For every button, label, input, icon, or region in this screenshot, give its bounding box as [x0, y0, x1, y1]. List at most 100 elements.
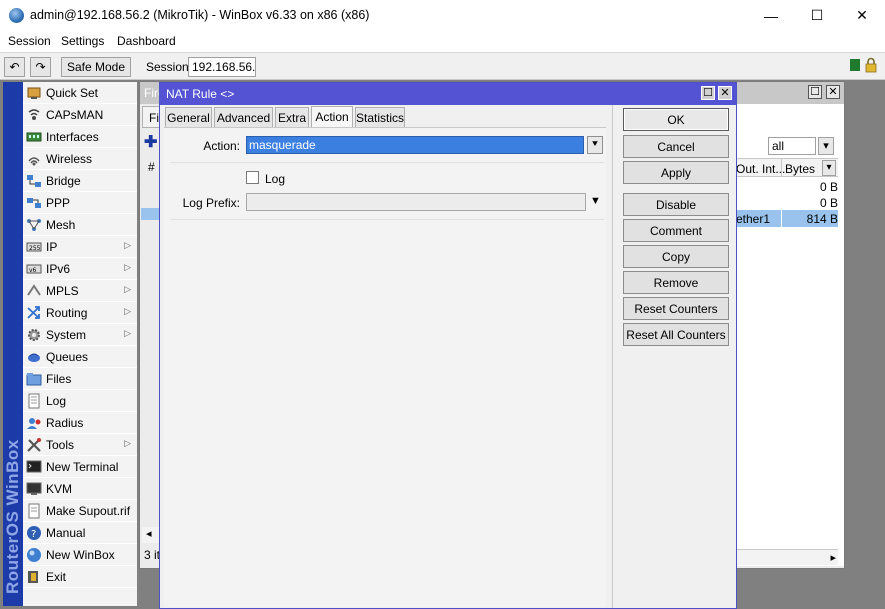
undo-button[interactable]: ↶ — [4, 57, 25, 77]
sidebar-item-log[interactable]: Log — [23, 390, 137, 412]
column-menu-icon[interactable]: ▾ — [822, 160, 836, 176]
submenu-arrow-icon: ▷ — [124, 328, 131, 338]
mesh-icon — [27, 218, 41, 231]
sidebar-item-quick-set[interactable]: Quick Set — [23, 82, 137, 104]
tab-advanced[interactable]: Advanced — [214, 107, 273, 127]
table-row[interactable]: 0 B — [734, 178, 838, 194]
svg-text:?: ? — [31, 529, 36, 540]
horizontal-scrollbar[interactable]: ▸ — [734, 549, 838, 565]
minimize-button[interactable]: — — [748, 0, 794, 31]
sidebar-item-ipv6[interactable]: v6 IPv6 ▷ — [23, 258, 137, 280]
session-label: Session: — [146, 60, 193, 74]
sidebar-item-exit[interactable]: Exit — [23, 566, 137, 588]
sidebar-item-files[interactable]: Files — [23, 368, 137, 390]
column-header-number[interactable]: # — [148, 160, 155, 174]
menu-session[interactable]: Session — [8, 34, 51, 48]
log-prefix-field[interactable] — [246, 193, 586, 211]
capsman-icon — [28, 108, 40, 120]
comment-button[interactable]: Comment — [623, 219, 729, 242]
kvm-icon — [26, 482, 42, 495]
tab-statistics[interactable]: Statistics — [355, 107, 405, 127]
column-header-bytes[interactable]: Bytes — [785, 162, 815, 176]
log-checkbox[interactable] — [246, 171, 259, 184]
submenu-arrow-icon: ▷ — [124, 306, 131, 316]
nat-rule-title-bar: NAT Rule <> ☐ ✕ — [160, 83, 736, 105]
add-icon[interactable]: ✚ — [144, 132, 157, 152]
bridge-icon — [27, 174, 41, 187]
menu-settings[interactable]: Settings — [61, 34, 104, 48]
menu-dashboard[interactable]: Dashboard — [117, 34, 176, 48]
tab-general[interactable]: General — [165, 107, 212, 127]
firewall-maximize-button[interactable]: ☐ — [808, 85, 822, 99]
sidebar-item-make-supout[interactable]: Make Supout.rif — [23, 500, 137, 522]
log-icon — [28, 393, 40, 408]
filter-select[interactable]: all — [768, 137, 816, 155]
remove-button[interactable]: Remove — [623, 271, 729, 294]
sidebar-item-routing[interactable]: Routing ▷ — [23, 302, 137, 324]
session-field[interactable]: 192.168.56.2 — [188, 57, 256, 77]
nat-rule-dialog[interactable]: NAT Rule <> ☐ ✕ General Advanced Extra A… — [159, 82, 737, 609]
column-header-out-interface[interactable]: Out. Int... — [736, 162, 785, 176]
sidebar-item-system[interactable]: System ▷ — [23, 324, 137, 346]
maximize-button[interactable]: ☐ — [794, 0, 840, 31]
sidebar-item-capsman[interactable]: CAPsMAN — [23, 104, 137, 126]
sidebar-item-ppp[interactable]: PPP — [23, 192, 137, 214]
menu-bar: Session Settings Dashboard — [0, 31, 885, 52]
action-dropdown-icon[interactable]: ⯆ — [587, 136, 603, 154]
dialog-maximize-button[interactable]: ☐ — [701, 86, 715, 100]
sidebar-item-manual[interactable]: ? Manual — [23, 522, 137, 544]
scroll-left-icon[interactable]: ◂ — [142, 527, 160, 543]
winbox-app-icon — [9, 8, 24, 23]
sidebar-item-queues[interactable]: Queues — [23, 346, 137, 368]
ok-button[interactable]: OK — [623, 108, 729, 131]
table-row[interactable]: 0 B — [734, 194, 838, 210]
window-title: admin@192.168.56.2 (MikroTik) - WinBox v… — [30, 8, 370, 22]
bytes-cell: 0 B — [819, 196, 838, 210]
nat-rule-title: NAT Rule <> — [166, 87, 235, 101]
sidebar-item-ip[interactable]: 255 IP ▷ — [23, 236, 137, 258]
tab-action[interactable]: Action — [311, 106, 353, 127]
close-button[interactable]: ✕ — [839, 0, 885, 31]
table-header: Out. Int... Bytes ▾ — [734, 158, 838, 177]
sidebar-item-new-winbox[interactable]: New WinBox — [23, 544, 137, 566]
log-prefix-dropdown-icon[interactable]: ▼ — [590, 195, 601, 207]
svg-text:v6: v6 — [29, 267, 37, 274]
dialog-close-button[interactable]: ✕ — [718, 86, 732, 100]
action-select[interactable]: masquerade — [246, 136, 584, 154]
toolbar: ↶ ↷ Safe Mode Session: 192.168.56.2 — [0, 52, 885, 80]
sidebar-item-mpls[interactable]: MPLS ▷ — [23, 280, 137, 302]
cancel-button[interactable]: Cancel — [623, 135, 729, 158]
svg-text:255: 255 — [29, 245, 41, 252]
redo-button[interactable]: ↷ — [30, 57, 51, 77]
filter-dropdown-icon[interactable]: ▾ — [818, 137, 834, 155]
firewall-close-button[interactable]: ✕ — [826, 85, 840, 99]
scroll-right-icon[interactable]: ▸ — [830, 551, 836, 564]
table-row-selected[interactable]: ether1 814 B — [734, 210, 838, 227]
disable-button[interactable]: Disable — [623, 193, 729, 216]
sidebar-item-tools[interactable]: Tools ▷ — [23, 434, 137, 456]
sidebar-item-radius[interactable]: Radius — [23, 412, 137, 434]
supout-icon — [28, 503, 40, 518]
reset-counters-button[interactable]: Reset Counters — [623, 297, 729, 320]
sidebar-item-interfaces[interactable]: Interfaces — [23, 126, 137, 148]
out-interface-cell: ether1 — [736, 212, 771, 226]
safe-mode-button[interactable]: Safe Mode — [61, 57, 131, 77]
sidebar-item-mesh[interactable]: Mesh — [23, 214, 137, 236]
files-icon — [26, 372, 42, 385]
submenu-arrow-icon: ▷ — [124, 240, 131, 250]
apply-button[interactable]: Apply — [623, 161, 729, 184]
copy-button[interactable]: Copy — [623, 245, 729, 268]
log-label: Log — [265, 172, 286, 186]
sidebar-item-wireless[interactable]: Wireless — [23, 148, 137, 170]
terminal-icon — [26, 460, 42, 472]
bytes-cell: 814 B — [806, 212, 838, 226]
submenu-arrow-icon: ▷ — [124, 438, 131, 448]
tab-extra[interactable]: Extra — [275, 107, 309, 127]
quick-set-icon — [27, 87, 41, 99]
status-indicator-icon — [850, 59, 860, 71]
sidebar-item-new-terminal[interactable]: New Terminal — [23, 456, 137, 478]
sidebar: Quick Set CAPsMAN Interfaces Wireless Br… — [23, 82, 137, 606]
reset-all-counters-button[interactable]: Reset All Counters — [623, 323, 729, 346]
sidebar-item-bridge[interactable]: Bridge — [23, 170, 137, 192]
sidebar-item-kvm[interactable]: KVM — [23, 478, 137, 500]
